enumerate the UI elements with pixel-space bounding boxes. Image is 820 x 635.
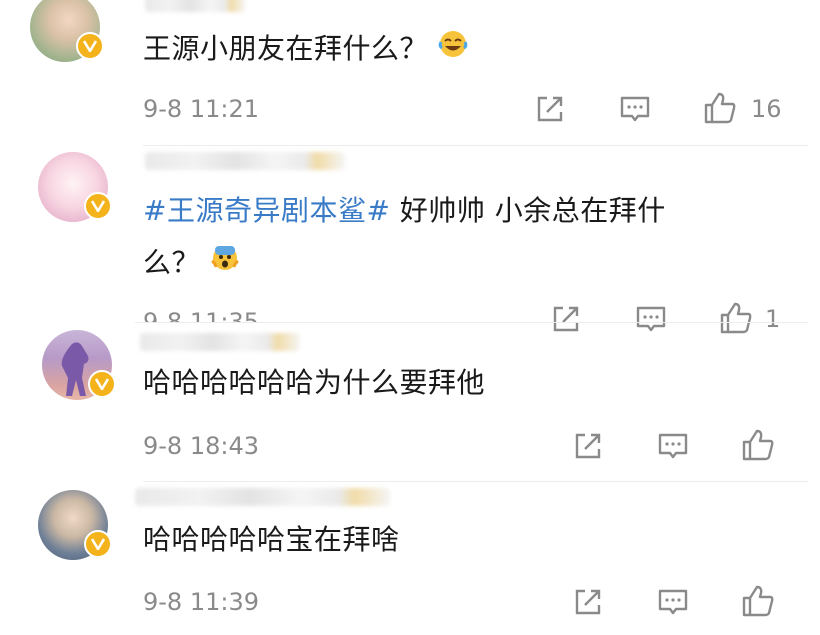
share-icon[interactable]	[571, 429, 605, 463]
verified-badge-icon	[84, 192, 112, 220]
comment-text: 王源小朋友在拜什么？	[143, 24, 468, 75]
comment-icon[interactable]	[656, 585, 690, 619]
username-blurred[interactable]	[145, 152, 345, 170]
comment-icon[interactable]	[656, 429, 690, 463]
comment-text: 哈哈哈哈哈宝在拜啥	[143, 523, 400, 556]
avatar[interactable]	[30, 0, 104, 62]
comment-icon[interactable]	[634, 302, 668, 336]
like-icon[interactable]	[740, 427, 774, 461]
divider	[135, 322, 808, 323]
verified-badge-icon	[76, 32, 104, 60]
comment-text: #王源奇异剧本鲨# 好帅帅 小余总在拜什	[143, 194, 666, 227]
avatar[interactable]	[38, 490, 112, 560]
verified-badge-icon	[88, 370, 116, 398]
username-blurred[interactable]	[135, 488, 390, 506]
comment-time: 9-8 11:21	[143, 95, 259, 123]
comment-text: 哈哈哈哈哈哈为什么要拜他	[143, 366, 486, 399]
divider	[143, 145, 808, 146]
share-icon[interactable]	[549, 302, 583, 336]
scared-face-emoji-icon	[210, 239, 240, 289]
comment-icon[interactable]	[618, 92, 652, 126]
avatar[interactable]	[42, 330, 116, 400]
like-count: 16	[751, 95, 782, 123]
share-icon[interactable]	[533, 92, 567, 126]
username-blurred[interactable]	[145, 0, 245, 12]
share-icon[interactable]	[571, 585, 605, 619]
like-icon[interactable]	[702, 90, 736, 124]
like-count: 1	[765, 305, 781, 333]
verified-badge-icon	[84, 530, 112, 558]
username-blurred[interactable]	[140, 333, 300, 351]
comment-time: 9-8 11:35	[143, 308, 259, 322]
divider	[143, 481, 808, 482]
hashtag-link[interactable]: #王源奇异剧本鲨#	[143, 194, 390, 227]
avatar[interactable]	[38, 152, 112, 222]
comment-time: 9-8 18:43	[143, 432, 259, 460]
like-icon[interactable]	[740, 583, 774, 617]
comment-text-line2: 么？	[143, 238, 240, 289]
like-icon[interactable]	[718, 300, 752, 334]
laughing-tears-emoji-icon	[438, 25, 468, 75]
comment-time: 9-8 11:39	[143, 588, 259, 616]
